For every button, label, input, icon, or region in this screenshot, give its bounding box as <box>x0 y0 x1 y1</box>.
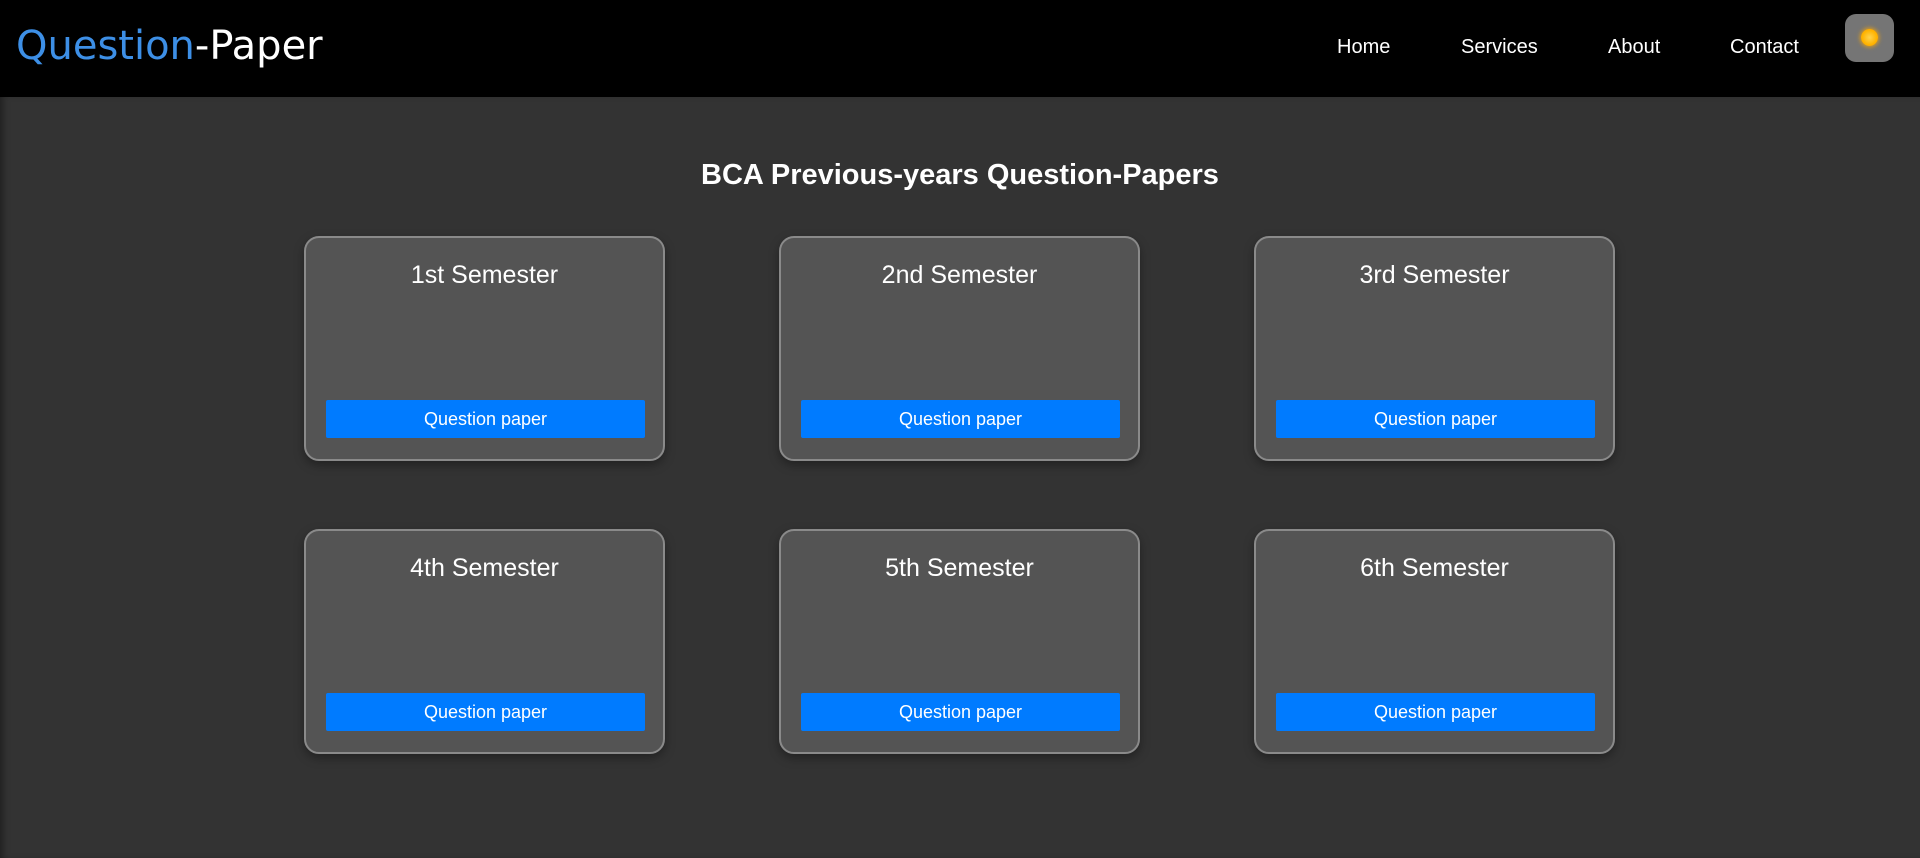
semester-card-1: 1st Semester Question paper <box>304 236 665 461</box>
card-title: 3rd Semester <box>1359 261 1510 289</box>
semester-card-3: 3rd Semester Question paper <box>1254 236 1615 461</box>
nav-about[interactable]: About <box>1608 34 1660 60</box>
question-paper-button[interactable]: Question paper <box>1276 400 1595 438</box>
semester-card-4: 4th Semester Question paper <box>304 529 665 754</box>
question-paper-button[interactable]: Question paper <box>326 400 645 438</box>
page-title: BCA Previous-years Question-Papers <box>701 159 1219 191</box>
card-title: 5th Semester <box>885 554 1034 582</box>
logo-question-text: Question <box>16 23 195 69</box>
semester-card-2: 2nd Semester Question paper <box>779 236 1140 461</box>
question-paper-button[interactable]: Question paper <box>326 693 645 731</box>
logo-paper-text: -Paper <box>194 23 323 69</box>
card-title: 1st Semester <box>410 261 559 289</box>
semester-card-6: 6th Semester Question paper <box>1254 529 1615 754</box>
nav-services[interactable]: Services <box>1461 34 1538 60</box>
question-paper-button[interactable]: Question paper <box>801 693 1120 731</box>
sun-icon <box>1861 29 1878 46</box>
nav-contact[interactable]: Contact <box>1730 34 1799 60</box>
card-title: 2nd Semester <box>881 261 1038 289</box>
question-paper-button[interactable]: Question paper <box>1276 693 1595 731</box>
theme-toggle-button[interactable] <box>1845 14 1894 62</box>
question-paper-button[interactable]: Question paper <box>801 400 1120 438</box>
main-content: BCA Previous-years Question-Papers 1st S… <box>0 97 1920 858</box>
card-title: 6th Semester <box>1360 554 1509 582</box>
semester-card-5: 5th Semester Question paper <box>779 529 1140 754</box>
card-title: 4th Semester <box>410 554 559 582</box>
navbar: Question-Paper Home Services About Conta… <box>0 0 1920 97</box>
site-logo[interactable]: Question-Paper <box>16 20 323 72</box>
nav-home[interactable]: Home <box>1337 34 1390 60</box>
